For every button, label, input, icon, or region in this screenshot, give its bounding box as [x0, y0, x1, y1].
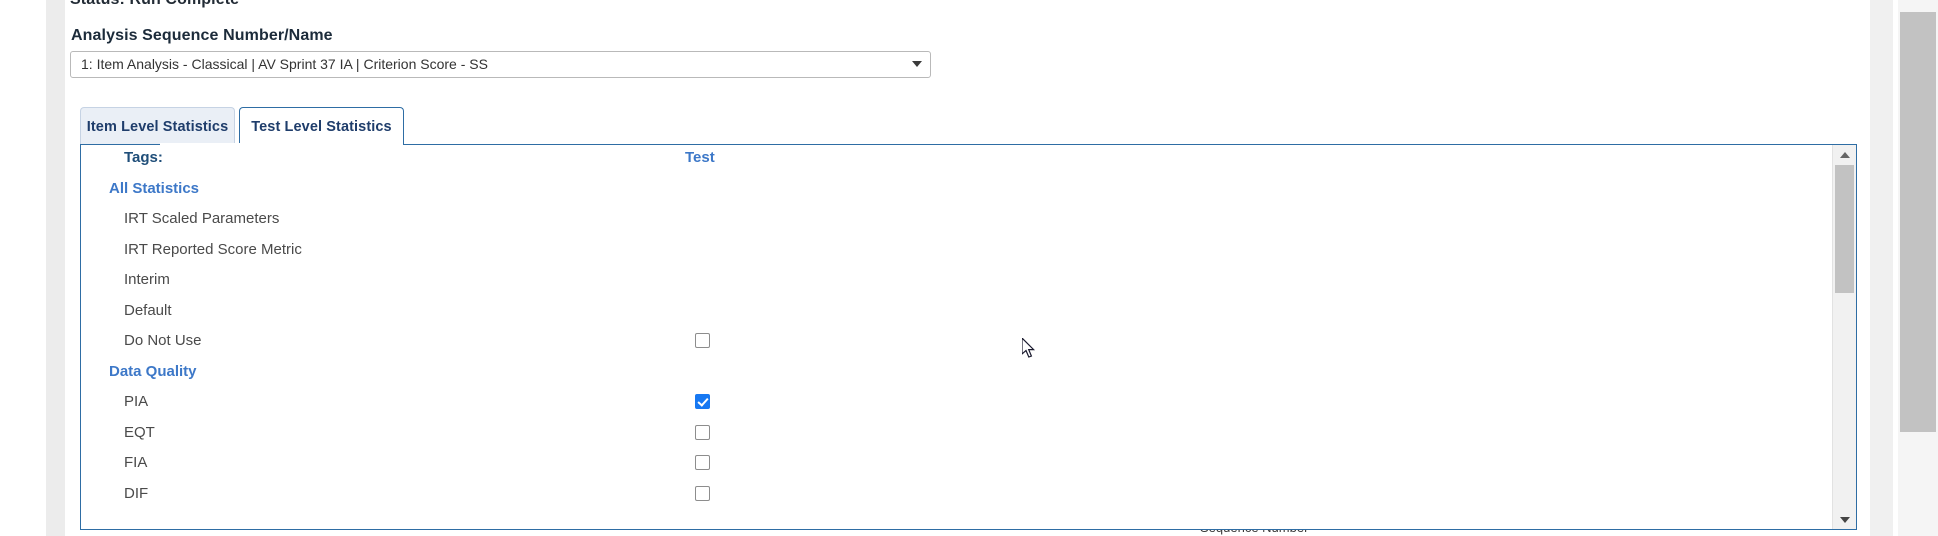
active-tab-seam [160, 143, 323, 146]
tag-label-row: Data Quality [81, 359, 1833, 390]
panel-scroll-body: Tags: Test All Statistics IRT Scaled Parame… [81, 145, 1833, 529]
analysis-sequence-select[interactable]: 1: Item Analysis - Classical | AV Sprint… [70, 51, 931, 78]
tag-row-label: Data Quality [109, 362, 197, 380]
test-level-statistics-panel: Tags: Test All Statistics IRT Scaled Parame… [80, 144, 1857, 530]
screen-root: Status: Run Complete Analysis Sequence N… [0, 0, 1938, 536]
tag-label-row: Interim [81, 267, 1833, 298]
column-header-test: Test [685, 149, 715, 166]
tag-row-label: FIA [124, 454, 148, 471]
tag-row[interactable]: Do Not Use [81, 328, 1833, 359]
tab-item-level-statistics[interactable]: Item Level Statistics [80, 107, 235, 145]
status-line-clipped: Status: Run Complete [70, 0, 1770, 13]
page-scrollbar-thumb[interactable] [1900, 12, 1936, 432]
tag-label-row: All Statistics [81, 176, 1833, 207]
tag-row-label: Interim [124, 271, 170, 288]
tag-row-label: EQT [124, 423, 155, 441]
tag-label-row: Default [81, 298, 1833, 329]
tag-row[interactable]: PIA [81, 389, 1833, 420]
tag-checkbox[interactable] [695, 455, 710, 470]
panel-scrollbar[interactable] [1832, 145, 1856, 529]
page-scrollbar[interactable] [1898, 0, 1938, 536]
tag-label-row: IRT Scaled Parameters [81, 206, 1833, 237]
tag-row-label: All Statistics [109, 179, 200, 197]
tag-row-label: IRT Scaled Parameters [124, 210, 280, 227]
tag-row[interactable]: DIF [81, 481, 1833, 512]
tag-label-row: IRT Reported Score Metric [81, 237, 1833, 268]
bottom-clipped-row: Sequence Number [1200, 529, 1450, 536]
tag-label-row: Tags: Test [81, 145, 1833, 176]
tags-row-list: Tags: Test All Statistics IRT Scaled Parame… [81, 145, 1833, 511]
tab-test-level-statistics[interactable]: Test Level Statistics [239, 107, 404, 145]
tag-checkbox[interactable] [695, 485, 710, 501]
status-text: Status: Run Complete [70, 0, 1770, 9]
tag-checkbox[interactable] [695, 333, 710, 348]
tag-row[interactable]: EQT [81, 420, 1833, 451]
tag-row-label: Do Not Use [124, 332, 202, 349]
outer-divider-band [1870, 0, 1893, 536]
triangle-up-icon[interactable] [1833, 145, 1856, 163]
tag-row[interactable]: FIA [81, 450, 1833, 481]
triangle-down-icon[interactable] [1833, 511, 1856, 529]
tag-row-label: PIA [124, 393, 149, 410]
chevron-down-icon [912, 61, 922, 67]
panel-scrollbar-thumb[interactable] [1835, 165, 1854, 293]
tag-row-label: Tags: [124, 149, 163, 166]
analysis-sequence-selected-value: 1: Item Analysis - Classical | AV Sprint… [81, 56, 488, 72]
left-gutter [46, 0, 65, 536]
analysis-sequence-label: Analysis Sequence Number/Name [71, 27, 333, 44]
tag-checkbox[interactable] [695, 424, 710, 440]
tag-row-label: DIF [124, 484, 149, 502]
tag-checkbox[interactable] [695, 394, 710, 409]
tag-row-label: IRT Reported Score Metric [124, 240, 302, 258]
tag-row-label: Default [124, 301, 172, 319]
